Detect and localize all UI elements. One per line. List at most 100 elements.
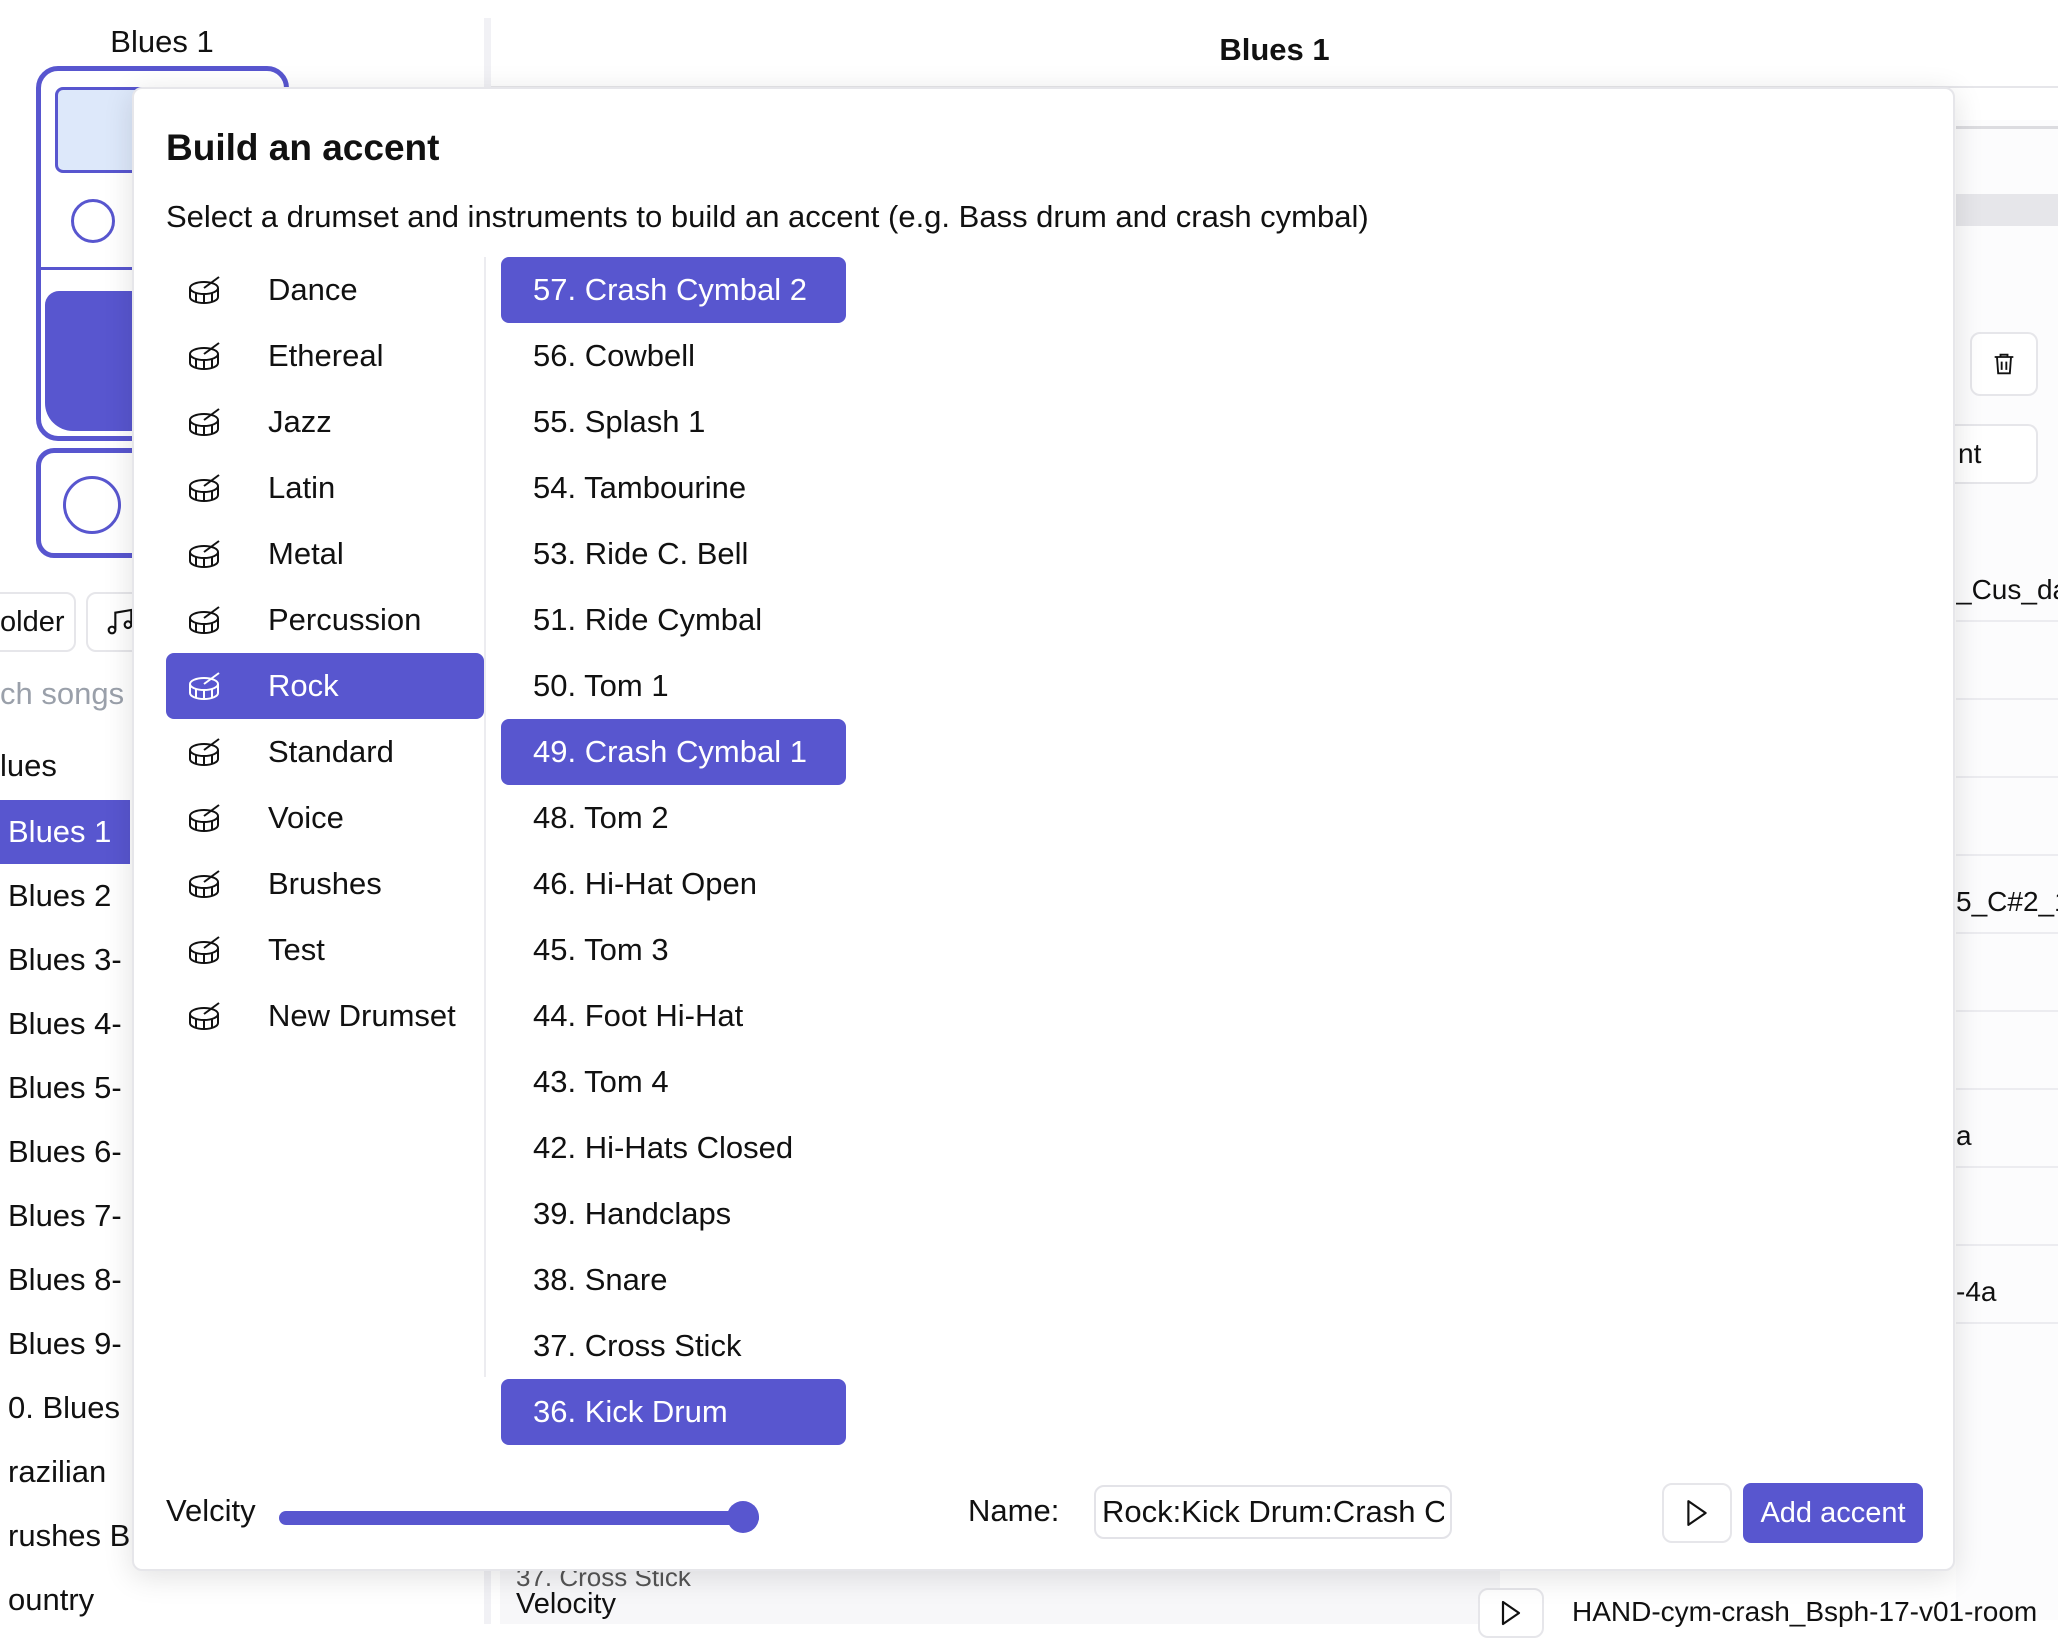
row-divider xyxy=(1956,1010,2058,1012)
drumset-label: Brushes xyxy=(268,866,382,901)
instrument-item[interactable]: 50. Tom 1 xyxy=(501,653,846,719)
song-item[interactable]: Blues 8- xyxy=(0,1248,130,1312)
instrument-item[interactable]: 38. Snare xyxy=(501,1247,846,1313)
song-item[interactable]: Blues 9- xyxy=(0,1312,130,1376)
drum-icon xyxy=(189,474,220,503)
folder-button-label: older xyxy=(0,606,65,638)
preview-title: Blues 1 xyxy=(110,24,214,59)
song-item[interactable]: Blues 6- xyxy=(0,1120,130,1184)
drum-icon xyxy=(189,936,220,965)
delete-button[interactable] xyxy=(1970,332,2038,396)
row-divider xyxy=(1956,776,2058,778)
drumset-item-ethereal[interactable]: Ethereal xyxy=(166,323,484,389)
instrument-item[interactable]: 48. Tom 2 xyxy=(501,785,846,851)
instrument-item[interactable]: 37. Cross Stick xyxy=(501,1313,846,1379)
preview-circle xyxy=(71,199,115,243)
instrument-label: 54. Tambourine xyxy=(533,470,747,505)
drum-icon xyxy=(189,804,220,833)
instrument-item[interactable]: 51. Ride Cymbal xyxy=(501,587,846,653)
song-item[interactable]: razilian xyxy=(0,1440,130,1504)
song-item[interactable]: Blues 1 xyxy=(0,800,130,864)
instrument-item[interactable]: 42. Hi-Hats Closed xyxy=(501,1115,846,1181)
song-item[interactable]: Blues 4- xyxy=(0,992,130,1056)
drum-icon xyxy=(189,870,220,899)
name-label: Name: xyxy=(968,1493,1060,1528)
song-item[interactable]: Blues 5- xyxy=(0,1056,130,1120)
song-item[interactable]: Blues 7- xyxy=(0,1184,130,1248)
instrument-item[interactable]: 45. Tom 3 xyxy=(501,917,846,983)
song-item[interactable]: rushes Be xyxy=(0,1504,130,1568)
song-item[interactable]: Blues 2 xyxy=(0,864,130,928)
drumset-item-brushes[interactable]: Brushes xyxy=(166,851,484,917)
play-icon xyxy=(1687,1500,1707,1526)
sample-row[interactable]: 5_C#2_1 xyxy=(1956,886,2058,918)
song-item[interactable]: 0. Blues 10 xyxy=(0,1376,130,1440)
drumset-item-dance[interactable]: Dance xyxy=(166,257,484,323)
instrument-list: 57. Crash Cymbal 2 56. Cowbell 55. Splash … xyxy=(501,257,846,1445)
velocity-lane-label: Velocity xyxy=(516,1588,616,1620)
instrument-item[interactable]: 43. Tom 4 xyxy=(501,1049,846,1115)
velocity-slider[interactable] xyxy=(279,1501,759,1533)
drum-icon xyxy=(189,1002,220,1031)
drumset-label: Metal xyxy=(268,536,344,571)
drumset-list: Dance Ethereal Jazz Latin Metal Percussion Roc… xyxy=(166,257,484,1049)
instrument-label: 56. Cowbell xyxy=(533,338,695,373)
instrument-item[interactable]: 53. Ride C. Bell xyxy=(501,521,846,587)
dialog-title: Build an accent xyxy=(166,127,440,168)
instrument-item[interactable]: 54. Tambourine xyxy=(501,455,846,521)
row-divider xyxy=(1956,698,2058,700)
instrument-item[interactable]: 49. Crash Cymbal 1 xyxy=(501,719,846,785)
instrument-label: 57. Crash Cymbal 2 xyxy=(533,272,807,307)
drumset-label: New Drumset xyxy=(268,998,456,1033)
trash-icon xyxy=(1994,353,2014,375)
song-item[interactable]: Blues 3- xyxy=(0,928,130,992)
instrument-label: 37. Cross Stick xyxy=(533,1328,742,1363)
instrument-item[interactable]: 44. Foot Hi-Hat xyxy=(501,983,846,1049)
play-icon xyxy=(1501,1600,1521,1626)
dialog-description: Select a drumset and instruments to buil… xyxy=(166,199,1369,234)
sample-row[interactable]: -4a xyxy=(1956,1276,2058,1308)
drumset-item-voice[interactable]: Voice xyxy=(166,785,484,851)
drumset-label: Test xyxy=(268,932,325,967)
instrument-item[interactable]: 46. Hi-Hat Open xyxy=(501,851,846,917)
drumset-item-jazz[interactable]: Jazz xyxy=(166,389,484,455)
instrument-label: 55. Splash 1 xyxy=(533,404,706,439)
drumset-item-percussion[interactable]: Percussion xyxy=(166,587,484,653)
accent-name-input[interactable] xyxy=(1094,1485,1452,1539)
instrument-label: 50. Tom 1 xyxy=(533,668,669,703)
right-panel-header xyxy=(1956,194,2058,226)
instrument-item[interactable]: 57. Crash Cymbal 2 xyxy=(501,257,846,323)
add-accent-button[interactable]: Add accent xyxy=(1743,1483,1923,1543)
velocity-slider-thumb[interactable] xyxy=(727,1501,759,1533)
sample-row[interactable]: _Cus_da xyxy=(1956,574,2058,606)
drumset-item-test[interactable]: Test xyxy=(166,917,484,983)
drumset-item-metal[interactable]: Metal xyxy=(166,521,484,587)
drumset-item-standard[interactable]: Standard xyxy=(166,719,484,785)
sample-play-button[interactable] xyxy=(1478,1588,1544,1638)
instrument-label: 46. Hi-Hat Open xyxy=(533,866,757,901)
instrument-item[interactable]: 36. Kick Drum xyxy=(501,1379,846,1445)
drumset-item-rock[interactable]: Rock xyxy=(166,653,484,719)
row-divider xyxy=(1956,1322,2058,1324)
drumset-item-new-drumset[interactable]: New Drumset xyxy=(166,983,484,1049)
preview-play-button[interactable] xyxy=(1662,1483,1732,1543)
drumset-label: Jazz xyxy=(268,404,332,439)
folder-button[interactable]: older xyxy=(0,592,76,652)
drum-icon xyxy=(189,606,220,635)
row-divider xyxy=(1956,932,2058,934)
drumset-item-latin[interactable]: Latin xyxy=(166,455,484,521)
drumset-label: Voice xyxy=(268,800,344,835)
velocity-slider-track[interactable] xyxy=(279,1511,759,1525)
instrument-item[interactable]: 39. Handclaps xyxy=(501,1181,846,1247)
instrument-item[interactable]: 56. Cowbell xyxy=(501,323,846,389)
row-divider xyxy=(1956,1244,2058,1246)
instrument-item[interactable]: 55. Splash 1 xyxy=(501,389,846,455)
right-panel-button-label: nt xyxy=(1958,438,1982,469)
search-songs-input[interactable]: ch songs xyxy=(0,676,124,712)
instrument-label: 44. Foot Hi-Hat xyxy=(533,998,744,1033)
song-item[interactable]: ountry xyxy=(0,1568,130,1632)
sample-row[interactable]: a xyxy=(1956,1120,2058,1152)
instrument-label: 43. Tom 4 xyxy=(533,1064,669,1099)
row-divider xyxy=(1956,1166,2058,1168)
drum-icon xyxy=(189,540,220,569)
